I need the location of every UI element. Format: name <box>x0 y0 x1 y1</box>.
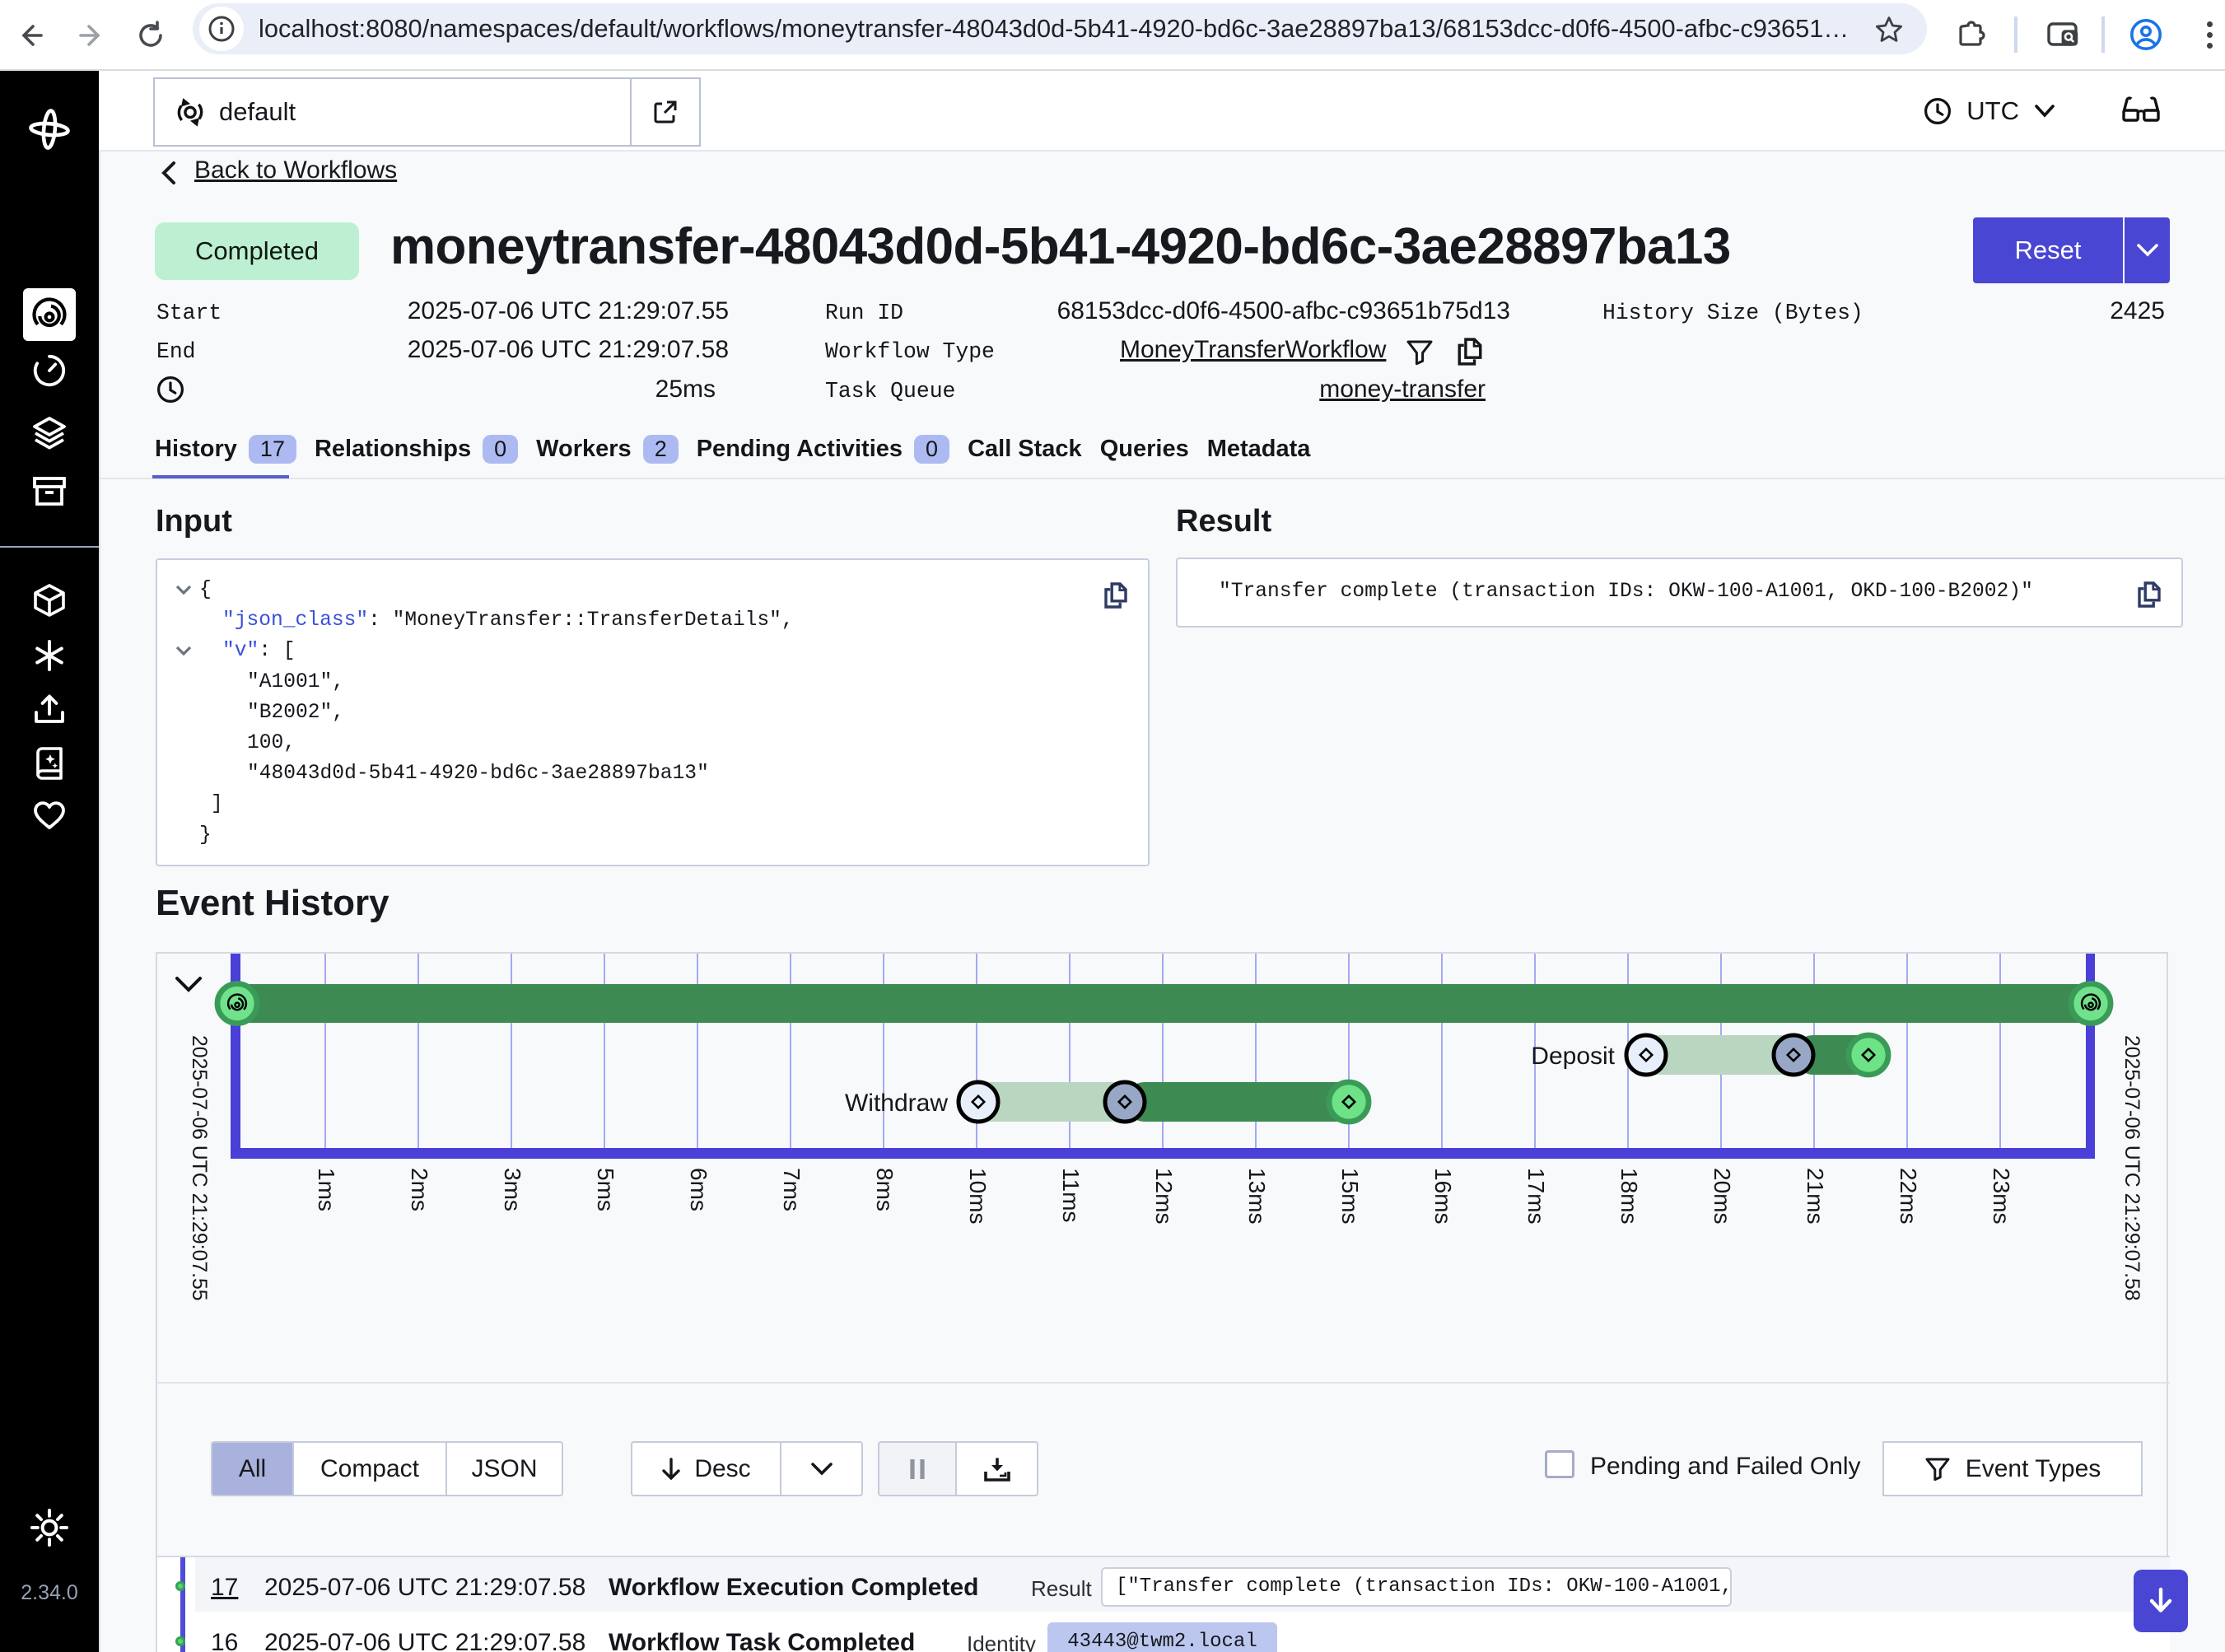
svg-text:Withdraw: Withdraw <box>845 1090 948 1117</box>
svg-text:Deposit: Deposit <box>1531 1043 1615 1070</box>
svg-text:21ms: 21ms <box>1803 1168 1828 1224</box>
svg-text:17ms: 17ms <box>1523 1168 1549 1224</box>
svg-text:2025-07-06 UTC 21:29:07.55: 2025-07-06 UTC 21:29:07.55 <box>188 1035 210 1301</box>
svg-text:11ms: 11ms <box>1058 1168 1084 1222</box>
svg-text:5ms: 5ms <box>593 1168 618 1211</box>
svg-text:20ms: 20ms <box>1710 1168 1735 1224</box>
svg-text:2025-07-06 UTC 21:29:07.58: 2025-07-06 UTC 21:29:07.58 <box>2120 1035 2143 1301</box>
svg-text:1ms: 1ms <box>314 1168 339 1211</box>
svg-text:2ms: 2ms <box>407 1168 432 1211</box>
svg-text:18ms: 18ms <box>1616 1168 1642 1224</box>
svg-text:6ms: 6ms <box>686 1168 711 1211</box>
svg-text:3ms: 3ms <box>500 1168 525 1211</box>
svg-text:22ms: 22ms <box>1896 1168 1921 1224</box>
svg-text:12ms: 12ms <box>1151 1168 1177 1224</box>
svg-text:23ms: 23ms <box>1989 1168 2014 1224</box>
svg-text:7ms: 7ms <box>779 1168 805 1211</box>
svg-text:13ms: 13ms <box>1244 1168 1270 1224</box>
svg-text:16ms: 16ms <box>1430 1168 1456 1224</box>
svg-text:8ms: 8ms <box>872 1168 898 1211</box>
svg-text:15ms: 15ms <box>1337 1168 1363 1224</box>
svg-text:10ms: 10ms <box>965 1168 991 1224</box>
